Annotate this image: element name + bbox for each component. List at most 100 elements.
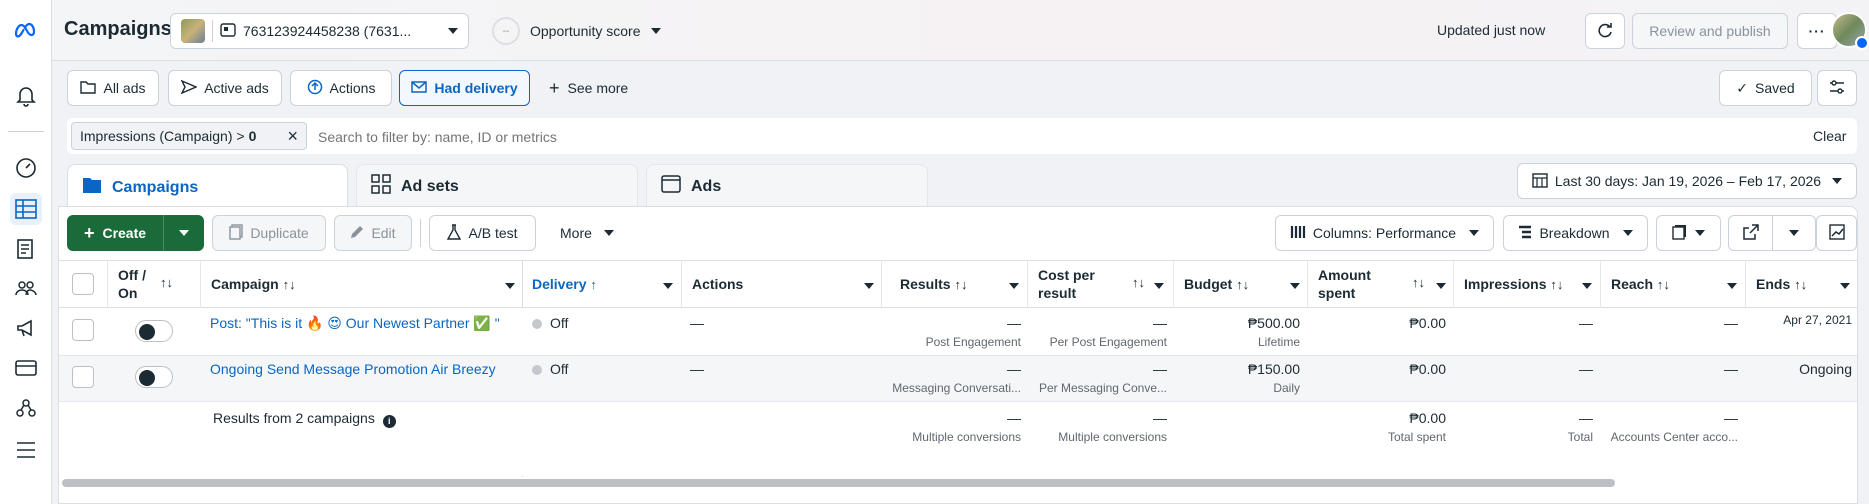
sort-icon[interactable]: ↑↓ — [1132, 275, 1145, 290]
billing-card-icon[interactable] — [10, 352, 42, 384]
delivery-status-text: Off — [550, 315, 569, 331]
had-delivery-filter[interactable]: Had delivery — [399, 70, 530, 106]
col-amount-spent[interactable]: Amount spent — [1318, 266, 1371, 302]
duplicate-button[interactable]: Duplicate — [212, 215, 326, 251]
chevron-down-icon — [1469, 230, 1480, 236]
chevron-down-icon[interactable] — [663, 283, 673, 289]
audiences-icon[interactable] — [10, 272, 42, 304]
reports-dropdown[interactable] — [1656, 215, 1721, 251]
results-value: — Messaging Conversati... — [892, 361, 1021, 395]
breakdown-dropdown[interactable]: Breakdown — [1503, 215, 1648, 251]
select-all-checkbox[interactable] — [72, 273, 94, 295]
campaign-toggle[interactable] — [135, 320, 173, 342]
summary-label: Results from 2 campaigns i — [213, 410, 396, 428]
ad-account-selector[interactable]: 763123924458238 (7631... — [170, 13, 469, 49]
chevron-down-icon[interactable] — [1154, 283, 1164, 289]
amount-spent-value: ₱0.00 — [1409, 361, 1446, 377]
left-nav-rail — [0, 0, 52, 504]
tab-ads[interactable]: Ads — [646, 164, 928, 208]
actions-filter[interactable]: Actions — [290, 70, 392, 106]
grid-icon — [371, 174, 391, 199]
chevron-down-icon[interactable] — [1840, 283, 1850, 289]
summary-reach-type: Accounts Center acco... — [1610, 430, 1738, 444]
delivery-status-text: Off — [550, 361, 569, 377]
see-more-button[interactable]: + See more — [549, 79, 629, 97]
dashboard-gauge-icon[interactable] — [10, 152, 42, 184]
all-tools-menu-icon[interactable] — [10, 434, 42, 466]
tab-campaigns[interactable]: Campaigns — [67, 164, 348, 210]
chevron-down-icon[interactable] — [1290, 283, 1300, 289]
create-button[interactable]: + Create — [67, 215, 164, 251]
row-checkbox[interactable] — [72, 319, 94, 341]
meta-logo-icon[interactable] — [10, 14, 42, 46]
chevron-down-icon[interactable] — [1009, 283, 1019, 289]
chevron-down-icon — [179, 230, 189, 236]
reach-value: — — [1724, 361, 1738, 377]
sliders-icon — [1829, 79, 1845, 97]
campaign-name-link[interactable]: Ongoing Send Message Promotion Air Breez… — [210, 361, 496, 377]
col-results[interactable]: Results ↑↓ — [900, 276, 967, 292]
campaign-name-link[interactable]: Post: "This is it 🔥 😍 Our Newest Partner… — [210, 315, 500, 332]
col-ends[interactable]: Ends ↑↓ — [1756, 276, 1807, 292]
col-delivery[interactable]: Delivery ↑ — [532, 276, 597, 292]
review-and-publish-button[interactable]: Review and publish — [1632, 13, 1788, 49]
see-more-label: See more — [567, 80, 629, 96]
col-impressions[interactable]: Impressions ↑↓ — [1464, 276, 1563, 292]
col-actions[interactable]: Actions — [692, 276, 743, 292]
chevron-down-icon[interactable] — [864, 283, 874, 289]
profile-avatar[interactable] — [1831, 12, 1869, 50]
close-icon[interactable]: × — [287, 126, 298, 147]
export-dropdown-button[interactable] — [1773, 216, 1815, 250]
chevron-down-icon[interactable] — [505, 283, 515, 289]
horizontal-scrollbar[interactable] — [62, 479, 1615, 487]
top-bar: Campaigns 763123924458238 (7631... -- Op… — [52, 0, 1869, 61]
col-off-on[interactable]: Off / On — [118, 266, 146, 302]
summary-reach-value: — — [1724, 410, 1738, 426]
charts-button[interactable] — [1816, 215, 1857, 251]
export-button[interactable] — [1729, 216, 1773, 250]
ads-manager-table-icon[interactable] — [10, 193, 42, 225]
columns-dropdown[interactable]: Columns: Performance — [1275, 215, 1494, 251]
create-dropdown-button[interactable] — [164, 215, 204, 251]
chevron-down-icon[interactable] — [1727, 283, 1737, 289]
col-cost-per-result[interactable]: Cost per result — [1038, 266, 1095, 302]
columns-icon — [1290, 225, 1306, 242]
chevron-down-icon[interactable] — [1436, 283, 1446, 289]
megaphone-icon[interactable] — [10, 312, 42, 344]
sort-icon[interactable]: ↑↓ — [1412, 275, 1425, 290]
col-campaign[interactable]: Campaign ↑↓ — [211, 276, 296, 292]
campaign-toggle[interactable] — [135, 366, 173, 388]
info-icon[interactable]: i — [382, 415, 396, 428]
col-reach[interactable]: Reach ↑↓ — [1611, 276, 1670, 292]
chevron-down-icon — [650, 28, 661, 34]
duplicate-icon — [229, 223, 244, 243]
all-ads-filter[interactable]: All ads — [67, 70, 159, 106]
pages-icon[interactable] — [10, 233, 42, 265]
refresh-button[interactable] — [1585, 13, 1625, 49]
ends-value: Apr 27, 2021 — [1783, 313, 1852, 327]
create-label: Create — [102, 225, 147, 241]
col-budget[interactable]: Budget ↑↓ — [1184, 276, 1249, 292]
active-ads-filter[interactable]: Active ads — [168, 70, 282, 106]
tab-ad-sets[interactable]: Ad sets — [356, 164, 638, 208]
opportunity-score-dropdown[interactable]: Opportunity score — [530, 23, 661, 39]
business-settings-icon[interactable] — [10, 392, 42, 424]
chevron-down-icon[interactable] — [1582, 283, 1592, 289]
date-range-picker[interactable]: Last 30 days: Jan 19, 2026 – Feb 17, 202… — [1517, 163, 1857, 199]
ab-test-button[interactable]: A/B test — [429, 215, 536, 251]
notifications-bell-icon[interactable] — [10, 80, 42, 112]
filter-settings-button[interactable] — [1817, 70, 1857, 106]
col-reach-label: Reach — [1611, 276, 1654, 292]
filter-search-input[interactable] — [318, 124, 1318, 150]
clear-filters-button[interactable]: Clear — [1813, 128, 1846, 144]
facebook-badge-icon — [1855, 36, 1869, 50]
more-dropdown[interactable]: More — [560, 225, 614, 241]
sort-icon[interactable]: ↑↓ — [160, 275, 173, 290]
row-checkbox[interactable] — [72, 366, 94, 388]
cost-per-result-number: — — [1153, 315, 1167, 331]
edit-button[interactable]: Edit — [334, 215, 412, 251]
impressions-filter-chip[interactable]: Impressions (Campaign) > 0 × — [71, 122, 307, 150]
summary-cpr-type: Multiple conversions — [1058, 430, 1167, 444]
plus-icon: + — [83, 223, 95, 243]
saved-button[interactable]: ✓ Saved — [1719, 70, 1812, 106]
